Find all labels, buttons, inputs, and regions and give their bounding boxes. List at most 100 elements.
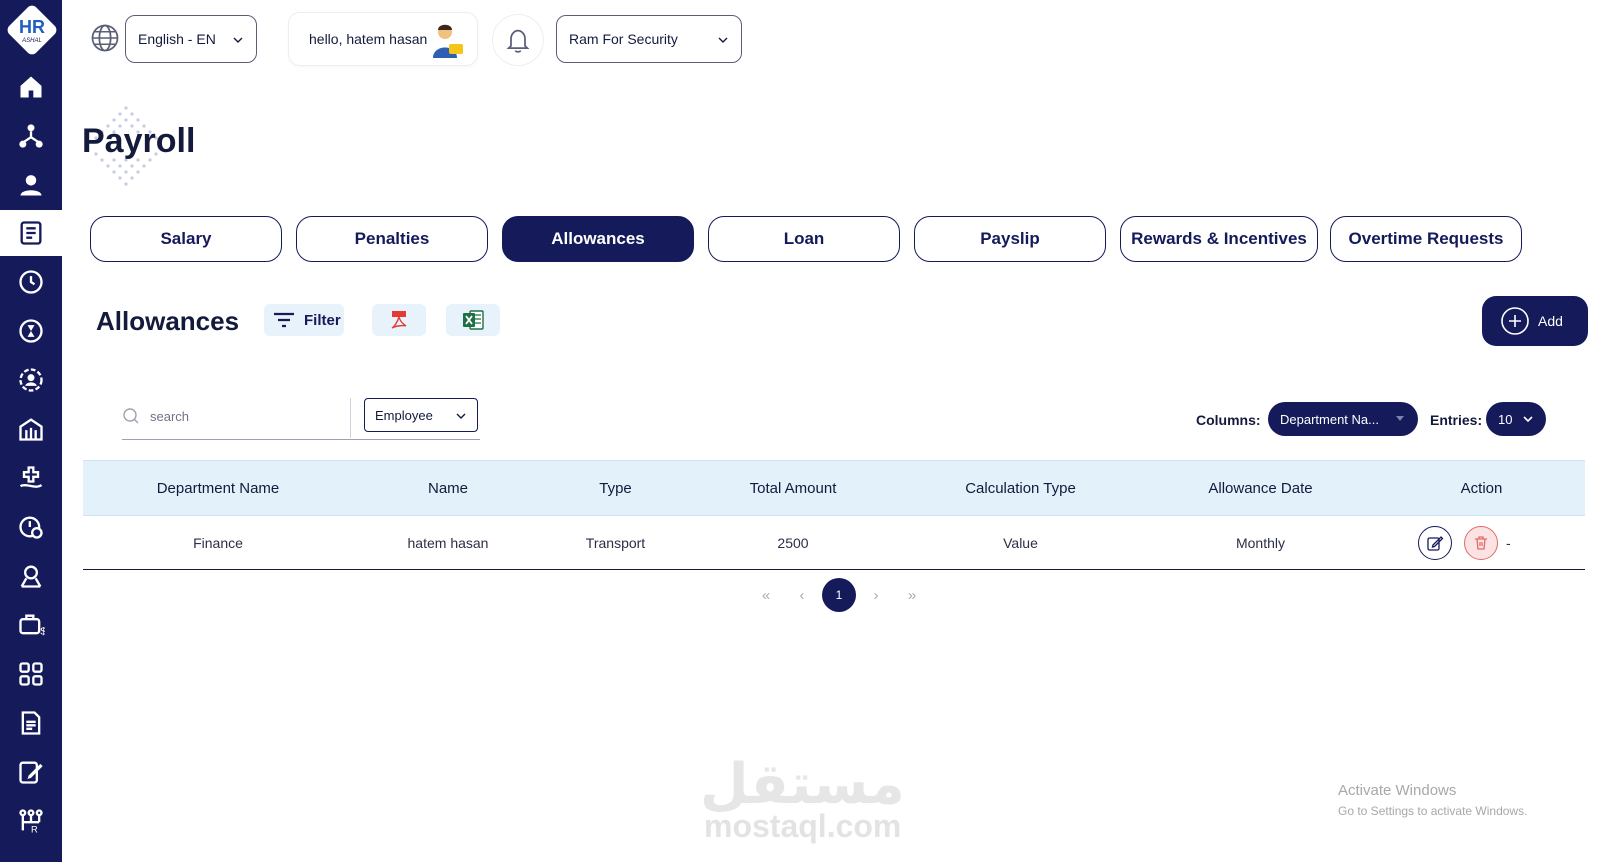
company-select-value: Ram For Security: [569, 31, 678, 47]
user-settings-icon: [19, 368, 43, 392]
tab-loan[interactable]: Loan: [708, 216, 900, 262]
add-button[interactable]: Add: [1482, 296, 1588, 346]
watermark-latin: mostaql.com: [704, 808, 902, 844]
search-by-select[interactable]: Employee: [364, 398, 478, 432]
sidebar: HR ASHAL $ R: [0, 0, 62, 862]
sidebar-item-branches[interactable]: [0, 406, 62, 452]
search-by-value: Employee: [375, 407, 433, 423]
sidebar-item-hr-settings[interactable]: R: [0, 798, 62, 844]
bell-icon: [506, 29, 530, 53]
column-header[interactable]: Allowance Date: [1143, 461, 1378, 515]
tab-allowances[interactable]: Allowances: [502, 216, 694, 262]
add-label: Add: [1538, 313, 1563, 329]
globe-icon[interactable]: [90, 23, 120, 53]
columns-select-value: Department Na...: [1280, 411, 1379, 427]
org-chart-icon: [19, 124, 43, 148]
sidebar-item-attendance[interactable]: [0, 259, 62, 305]
windows-activation-subtitle: Go to Settings to activate Windows.: [1338, 804, 1528, 818]
windows-activation-title: Activate Windows: [1338, 782, 1457, 799]
chevron-down-icon: [233, 37, 243, 43]
export-pdf-button[interactable]: [372, 304, 426, 336]
language-select[interactable]: English - EN: [125, 15, 257, 63]
app-logo[interactable]: HR ASHAL: [6, 4, 58, 56]
search-input[interactable]: [150, 404, 340, 428]
svg-text:HR: HR: [19, 17, 45, 37]
search-bar: Employee: [122, 398, 480, 440]
export-excel-button[interactable]: [446, 304, 500, 336]
sidebar-item-recruitment[interactable]: [0, 553, 62, 599]
company-select[interactable]: Ram For Security: [556, 15, 742, 63]
notifications-button[interactable]: [492, 14, 544, 66]
column-header[interactable]: Name: [353, 461, 543, 515]
sidebar-item-user-settings[interactable]: [0, 357, 62, 403]
sidebar-item-tasks[interactable]: [0, 749, 62, 795]
entries-select-value: 10: [1498, 411, 1513, 427]
task-edit-icon: [19, 761, 43, 784]
hr-settings-icon: R: [19, 809, 43, 835]
sidebar-item-employees[interactable]: [0, 162, 62, 208]
cell-actions: -: [1418, 516, 1585, 569]
sidebar-item-reports[interactable]: [0, 700, 62, 746]
column-header[interactable]: Total Amount: [688, 461, 898, 515]
pdf-icon: [391, 311, 407, 329]
edit-button[interactable]: [1418, 525, 1452, 560]
tab-salary[interactable]: Salary: [90, 216, 282, 262]
search-divider: [350, 398, 351, 438]
next-page-button[interactable]: ›: [858, 578, 894, 612]
tab-overtime-requests[interactable]: Overtime Requests: [1330, 216, 1522, 262]
section-title: Allowances: [96, 306, 240, 336]
entries-select[interactable]: 10: [1486, 402, 1546, 436]
cell-total-amount: 2500: [777, 534, 809, 551]
avatar[interactable]: [427, 20, 467, 60]
svg-text:$: $: [40, 625, 45, 637]
sidebar-item-organization[interactable]: [0, 113, 62, 159]
sidebar-item-apps[interactable]: [0, 651, 62, 697]
tab-payslip[interactable]: Payslip: [914, 216, 1106, 262]
first-page-button[interactable]: «: [748, 578, 784, 612]
user-icon: [20, 175, 42, 196]
page-title: Payroll: [82, 122, 196, 160]
tab-rewards-incentives[interactable]: Rewards & Incentives: [1120, 216, 1318, 262]
chevron-down-icon: [1523, 416, 1533, 423]
columns-label: Columns:: [1196, 412, 1261, 428]
plus-circle-icon: [1501, 307, 1529, 335]
pagination: « ‹ 1 › »: [748, 578, 930, 612]
tab-penalties[interactable]: Penalties: [296, 216, 488, 262]
entries-label: Entries:: [1430, 412, 1483, 428]
delete-button[interactable]: [1464, 525, 1498, 560]
sidebar-item-shifts[interactable]: [0, 308, 62, 354]
last-page-button[interactable]: »: [894, 578, 930, 612]
cell-extra: -: [1506, 534, 1511, 551]
table-header: Department Name Name Type Total Amount C…: [83, 460, 1585, 516]
edit-icon: [1427, 535, 1444, 551]
cell-name: hatem hasan: [407, 534, 489, 551]
column-header[interactable]: Type: [543, 461, 688, 515]
column-header[interactable]: Calculation Type: [898, 461, 1143, 515]
language-select-value: English - EN: [138, 31, 216, 47]
time-alert-icon: [19, 516, 43, 539]
apps-grid-icon: [19, 662, 43, 686]
excel-icon: [463, 310, 484, 330]
recruitment-icon: [20, 565, 42, 588]
search-icon: [123, 408, 139, 424]
sidebar-item-home[interactable]: [0, 64, 62, 110]
sidebar-item-time-alerts[interactable]: [0, 504, 62, 550]
sidebar-item-finance[interactable]: $: [0, 602, 62, 648]
sidebar-item-payroll[interactable]: [0, 210, 62, 256]
medical-icon: [19, 466, 43, 488]
cell-allowance-date: Monthly: [1235, 534, 1286, 551]
columns-select[interactable]: Department Na...: [1268, 402, 1418, 436]
table-row: Finance hatem hasan Transport 2500 Value…: [83, 516, 1585, 570]
column-header[interactable]: Department Name: [83, 461, 353, 515]
chevron-down-icon: [718, 37, 728, 43]
report-icon: [21, 711, 41, 735]
chevron-down-icon: [456, 413, 466, 419]
prev-page-button[interactable]: ‹: [784, 578, 820, 612]
user-greeting-card[interactable]: hello, hatem hasan: [288, 12, 478, 66]
filter-icon: [274, 312, 294, 328]
filter-button[interactable]: Filter: [264, 304, 344, 336]
sidebar-item-medical[interactable]: [0, 455, 62, 501]
page-button-current[interactable]: 1: [822, 578, 856, 612]
column-header: Action: [1460, 479, 1503, 497]
trash-icon: [1475, 535, 1487, 550]
